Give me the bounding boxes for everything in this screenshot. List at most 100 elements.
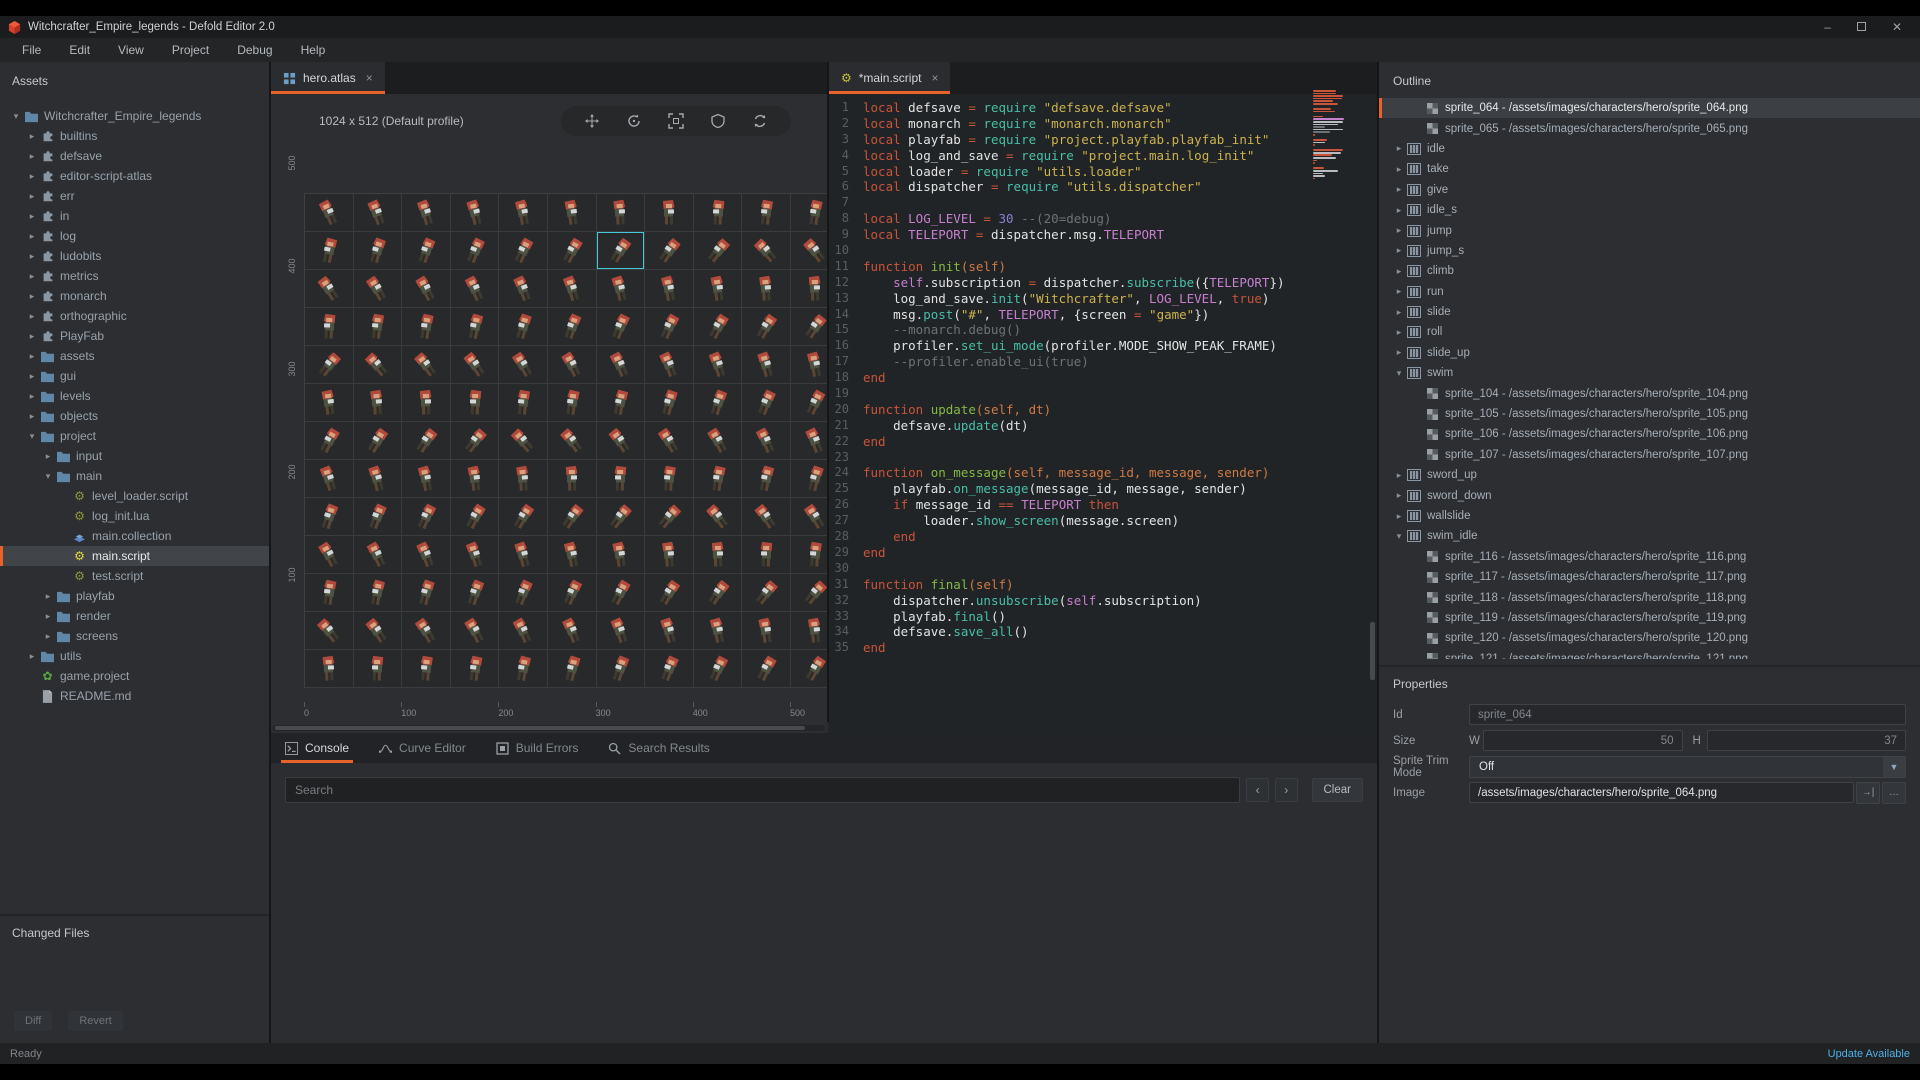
atlas-sprite-cell[interactable] (742, 270, 791, 308)
chevron-down-icon[interactable]: ▾ (10, 111, 22, 122)
atlas-sprite-cell[interactable] (742, 308, 791, 346)
atlas-sprite-cell[interactable] (354, 422, 403, 460)
chevron-right-icon[interactable]: ▸ (1393, 470, 1405, 481)
outline-item-sprite_119[interactable]: sprite_119 - /assets/images/characters/h… (1379, 608, 1920, 628)
atlas-sprite-cell[interactable] (597, 194, 646, 232)
atlas-sprite-cell[interactable] (597, 346, 646, 384)
tree-item-game.project[interactable]: ✿game.project (0, 666, 269, 686)
atlas-sprite-cell[interactable] (305, 422, 354, 460)
chevron-right-icon[interactable]: ▸ (26, 191, 38, 202)
tree-item-editor-script-atlas[interactable]: ▸editor-script-atlas (0, 166, 269, 186)
atlas-sprite-cell[interactable] (305, 498, 354, 536)
chevron-down-icon[interactable]: ▾ (1393, 368, 1405, 379)
atlas-sprite-cell[interactable] (305, 384, 354, 422)
atlas-sprite-cell[interactable] (597, 650, 646, 688)
outline-item-sword_up[interactable]: ▸sword_up (1379, 465, 1920, 485)
console-tab-build-errors[interactable]: Build Errors (496, 733, 579, 763)
atlas-sprite-cell[interactable] (499, 536, 548, 574)
atlas-sprite-cell[interactable] (548, 498, 597, 536)
atlas-sprite-cell[interactable] (305, 650, 354, 688)
outline-item-jump[interactable]: ▸jump (1379, 220, 1920, 240)
chevron-right-icon[interactable]: ▸ (26, 391, 38, 402)
atlas-sprite-cell[interactable] (499, 498, 548, 536)
atlas-sprite-cell[interactable] (742, 612, 791, 650)
atlas-sprite-cell[interactable] (402, 574, 451, 612)
tree-item-orthographic[interactable]: ▸orthographic (0, 306, 269, 326)
code-minimap[interactable] (1313, 90, 1355, 180)
outline-item-sprite_065[interactable]: sprite_065 - /assets/images/characters/h… (1379, 118, 1920, 138)
atlas-sprite-cell[interactable] (791, 194, 827, 232)
atlas-sprite-cell[interactable] (791, 460, 827, 498)
tree-item-playfab[interactable]: ▸playfab (0, 586, 269, 606)
atlas-sprite-cell[interactable] (694, 574, 743, 612)
chevron-right-icon[interactable]: ▸ (1393, 245, 1405, 256)
tree-item-log_init.lua[interactable]: ⚙log_init.lua (0, 506, 269, 526)
atlas-sprite-cell[interactable] (305, 232, 354, 270)
outline-item-run[interactable]: ▸run (1379, 282, 1920, 302)
atlas-sprite-cell[interactable] (694, 536, 743, 574)
atlas-sprite-cell[interactable] (645, 346, 694, 384)
chevron-right-icon[interactable]: ▸ (1393, 307, 1405, 318)
tree-item-README.md[interactable]: README.md (0, 686, 269, 706)
atlas-sprite-cell[interactable] (597, 498, 646, 536)
atlas-sprite-cell[interactable] (354, 536, 403, 574)
atlas-sprite-cell[interactable] (742, 650, 791, 688)
atlas-sprite-cell[interactable] (791, 574, 827, 612)
open-resource-button[interactable]: →| (1856, 782, 1880, 804)
scale-tool-icon[interactable] (665, 110, 687, 132)
outline-item-swim[interactable]: ▾swim (1379, 363, 1920, 383)
atlas-sprite-cell[interactable] (597, 612, 646, 650)
tree-item-ludobits[interactable]: ▸ludobits (0, 246, 269, 266)
atlas-sprite-cell[interactable] (791, 650, 827, 688)
maximize-button[interactable] (1857, 20, 1866, 34)
chevron-right-icon[interactable]: ▸ (26, 291, 38, 302)
atlas-sprite-cell[interactable] (402, 460, 451, 498)
atlas-sprite-cell[interactable] (548, 650, 597, 688)
clear-button[interactable]: Clear (1312, 778, 1363, 802)
code-editor[interactable]: 1local defsave = require "defsave.defsav… (829, 94, 1377, 733)
outline-item-sprite_117[interactable]: sprite_117 - /assets/images/characters/h… (1379, 567, 1920, 587)
tree-item-level_loader.script[interactable]: ⚙level_loader.script (0, 486, 269, 506)
outline-item-give[interactable]: ▸give (1379, 180, 1920, 200)
atlas-sprite-cell[interactable] (354, 498, 403, 536)
atlas-sprite-cell[interactable] (402, 384, 451, 422)
outline-item-sprite_064[interactable]: sprite_064 - /assets/images/characters/h… (1379, 98, 1920, 118)
outline-item-roll[interactable]: ▸roll (1379, 322, 1920, 342)
atlas-sprite-cell[interactable] (451, 270, 500, 308)
atlas-sprite-cell[interactable] (499, 460, 548, 498)
atlas-sprite-cell[interactable] (305, 574, 354, 612)
chevron-right-icon[interactable]: ▸ (42, 611, 54, 622)
chevron-right-icon[interactable]: ▸ (1393, 164, 1405, 175)
atlas-sprite-cell[interactable] (354, 232, 403, 270)
atlas-hscrollbar[interactable] (273, 725, 825, 731)
tree-item-objects[interactable]: ▸objects (0, 406, 269, 426)
chevron-right-icon[interactable]: ▸ (26, 651, 38, 662)
tree-item-project[interactable]: ▾project (0, 426, 269, 446)
atlas-sprite-cell[interactable] (548, 232, 597, 270)
atlas-sprite-cell[interactable] (354, 650, 403, 688)
code-vscrollbar[interactable] (1370, 622, 1375, 680)
visibility-filter-icon[interactable] (707, 110, 729, 132)
chevron-right-icon[interactable]: ▸ (42, 591, 54, 602)
atlas-sprite-cell[interactable] (791, 346, 827, 384)
diff-button[interactable]: Diff (14, 1011, 52, 1031)
tree-item-screens[interactable]: ▸screens (0, 626, 269, 646)
atlas-sprite-cell[interactable] (402, 232, 451, 270)
atlas-sprite-cell[interactable] (548, 270, 597, 308)
move-tool-icon[interactable] (581, 110, 603, 132)
atlas-sprite-cell[interactable] (499, 194, 548, 232)
atlas-sprite-cell[interactable] (645, 460, 694, 498)
chevron-right-icon[interactable]: ▸ (26, 231, 38, 242)
tree-item-test.script[interactable]: ⚙test.script (0, 566, 269, 586)
chevron-right-icon[interactable]: ▸ (1393, 347, 1405, 358)
tree-item-main.collection[interactable]: main.collection (0, 526, 269, 546)
outline-item-sprite_107[interactable]: sprite_107 - /assets/images/characters/h… (1379, 445, 1920, 465)
tree-item-metrics[interactable]: ▸metrics (0, 266, 269, 286)
atlas-sprite-cell[interactable] (548, 536, 597, 574)
atlas-sprite-cell[interactable] (548, 422, 597, 460)
atlas-sprite-cell[interactable] (645, 308, 694, 346)
atlas-sprite-cell[interactable] (597, 384, 646, 422)
chevron-right-icon[interactable]: ▸ (26, 151, 38, 162)
chevron-right-icon[interactable]: ▸ (42, 451, 54, 462)
atlas-sprite-cell[interactable] (791, 384, 827, 422)
